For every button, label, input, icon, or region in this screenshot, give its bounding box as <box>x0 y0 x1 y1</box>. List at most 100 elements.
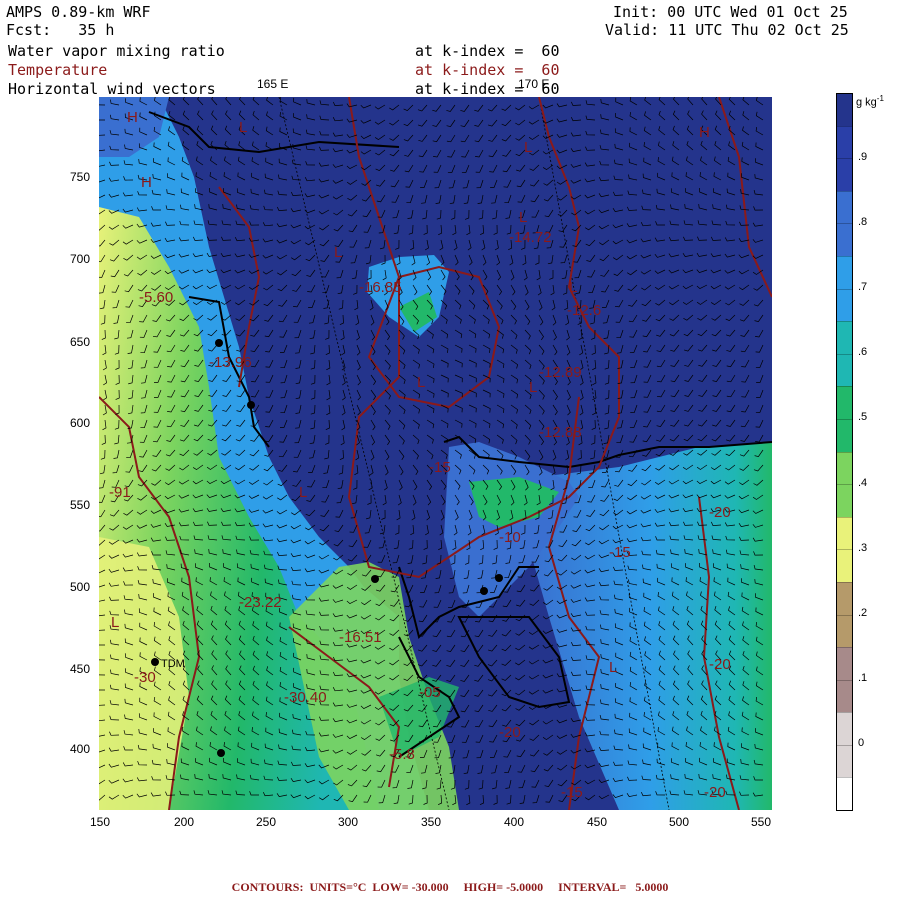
colorbar-level-label: .8 <box>858 216 868 229</box>
map-plot: H H L L L L L L L L L H L -5.60 -13.96 -… <box>99 97 772 810</box>
x-tick: 150 <box>90 815 111 829</box>
forecast-hour: Fcst: 35 h <box>6 21 115 39</box>
hl-label: H <box>699 124 710 141</box>
colorbar-stack <box>837 94 852 811</box>
y-tick: 600 <box>70 416 91 430</box>
colorbar-segment <box>837 744 852 778</box>
colorbar-segment <box>837 158 852 191</box>
init-time: Init: 00 UTC Wed 01 Oct 25 <box>613 3 848 21</box>
contour-label: -12.89 <box>539 364 582 381</box>
colorbar-segment <box>837 223 852 256</box>
contour-label: -13.96 <box>209 354 252 371</box>
contour-label: -20 <box>704 784 726 801</box>
field-2-name: Temperature <box>8 61 108 79</box>
contour-label: -91 <box>109 484 131 501</box>
contour-label: -15 <box>609 544 631 561</box>
meridian-label-170e: 170 E <box>518 77 550 91</box>
colorbar-segment <box>837 647 852 680</box>
colorbar-segment <box>837 777 852 811</box>
field-1-level: at k-index = 60 <box>415 42 560 60</box>
hl-label: L <box>417 374 425 391</box>
colorbar-segment <box>837 581 852 615</box>
colorbar-segment <box>837 255 852 289</box>
colorbar-segment <box>837 94 852 126</box>
x-tick: 250 <box>256 815 277 829</box>
colorbar-segment <box>837 386 852 419</box>
colorbar-level-label: .9 <box>858 151 868 164</box>
hl-label: L <box>111 614 119 631</box>
contour-info: CONTOURS: UNITS=°C LOW= -30.000 HIGH= -5… <box>231 880 669 894</box>
x-tick: 400 <box>504 815 525 829</box>
colorbar-segment <box>837 451 852 485</box>
x-tick: 300 <box>338 815 359 829</box>
x-tick: 350 <box>421 815 442 829</box>
colorbar-segment <box>837 516 852 550</box>
contour-label: -20 <box>709 504 731 521</box>
colorbar-segment <box>837 549 852 582</box>
field-1-name: Water vapor mixing ratio <box>8 42 225 60</box>
contour-label: -14.72 <box>509 229 552 246</box>
colorbar-level-label: .7 <box>858 281 868 294</box>
hl-label: L <box>524 139 532 156</box>
contour-label: -23.22 <box>239 594 282 611</box>
colorbar-level-label: .6 <box>858 346 868 359</box>
colorbar-segment <box>837 614 852 648</box>
contour-label: -15 <box>561 784 583 801</box>
colorbar-level-label: .4 <box>858 476 868 489</box>
contour-label: -10 <box>499 529 521 546</box>
x-tick: 200 <box>174 815 195 829</box>
x-tick: 550 <box>751 815 772 829</box>
colorbar-segment <box>837 288 852 322</box>
colorbar-segment <box>837 125 852 159</box>
hl-label: H <box>141 174 152 191</box>
y-tick: 750 <box>70 170 91 184</box>
contour-label: -30.40 <box>284 689 327 706</box>
colorbar-segment <box>837 418 852 452</box>
y-tick: 650 <box>70 335 91 349</box>
colorbar-segment <box>837 321 852 354</box>
hl-label: L <box>569 279 577 296</box>
field-2-level: at k-index = 60 <box>415 61 560 79</box>
contour-label: -12.88 <box>539 424 582 441</box>
colorbar-level-label: 0 <box>858 736 865 749</box>
contour-label: -05 <box>419 684 441 701</box>
hl-label: L <box>529 379 537 396</box>
contour-label: -15 <box>429 459 451 476</box>
hl-label: L <box>239 119 247 136</box>
y-tick: 400 <box>70 742 91 756</box>
colorbar-level-label: .3 <box>858 541 868 554</box>
contour-label: -20 <box>709 656 731 673</box>
colorbar-unit-text: g kg <box>856 96 877 109</box>
y-tick: 700 <box>70 252 91 266</box>
contour-label: -30 <box>134 669 156 686</box>
y-tick: 550 <box>70 498 91 512</box>
x-tick: 450 <box>587 815 608 829</box>
contour-label: -12.6 <box>567 302 601 319</box>
hl-label: H <box>127 109 138 126</box>
colorbar-unit: g kg-1 <box>856 94 884 109</box>
colorbar-level-label: .1 <box>858 671 868 684</box>
colorbar-level-label: .5 <box>858 411 868 424</box>
contour-label: -16.85 <box>359 279 402 296</box>
meridian-label-165e: 165 E <box>257 77 289 91</box>
contour-label: -5.8 <box>389 746 415 763</box>
colorbar-segment <box>837 484 852 517</box>
contour-label: -16.51 <box>339 629 382 646</box>
contour-label: -20 <box>499 724 521 741</box>
hl-label: L <box>519 209 527 226</box>
contour-label: -5.60 <box>139 289 173 306</box>
hl-label: L <box>334 244 342 261</box>
colorbar-segment <box>837 712 852 745</box>
colorbar-segment <box>837 353 852 387</box>
colorbar <box>836 93 853 811</box>
map-svg: H H L L L L L L L L L H L -5.60 -13.96 -… <box>99 97 772 810</box>
model-title: AMPS 0.89-km WRF <box>6 3 151 21</box>
station-label: TDM <box>161 658 185 670</box>
colorbar-segment <box>837 190 852 224</box>
y-tick: 450 <box>70 662 91 676</box>
hl-label: L <box>609 659 617 676</box>
colorbar-segment <box>837 679 852 713</box>
colorbar-level-label: .2 <box>858 606 868 619</box>
hl-label: L <box>299 484 307 501</box>
y-tick: 500 <box>70 580 91 594</box>
